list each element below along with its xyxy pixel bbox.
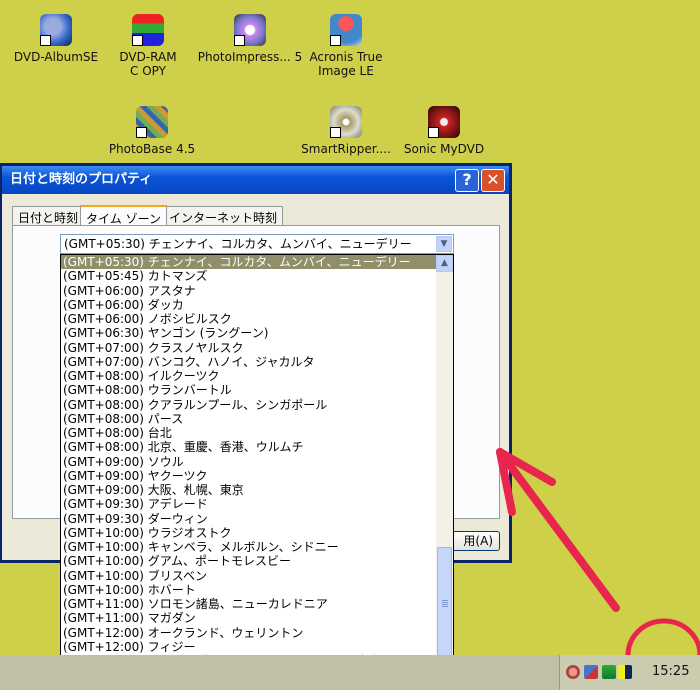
app-tray-icon[interactable] bbox=[618, 665, 632, 679]
show-hidden-icons-icon[interactable] bbox=[566, 665, 580, 679]
annotation-overlay bbox=[496, 448, 700, 690]
taskbar-clock[interactable]: 15:25 bbox=[652, 664, 689, 679]
taskbar bbox=[0, 655, 700, 690]
annotation-arrow-shaft bbox=[496, 448, 620, 612]
network-icon[interactable] bbox=[584, 665, 598, 679]
speaker-icon[interactable] bbox=[602, 665, 616, 679]
